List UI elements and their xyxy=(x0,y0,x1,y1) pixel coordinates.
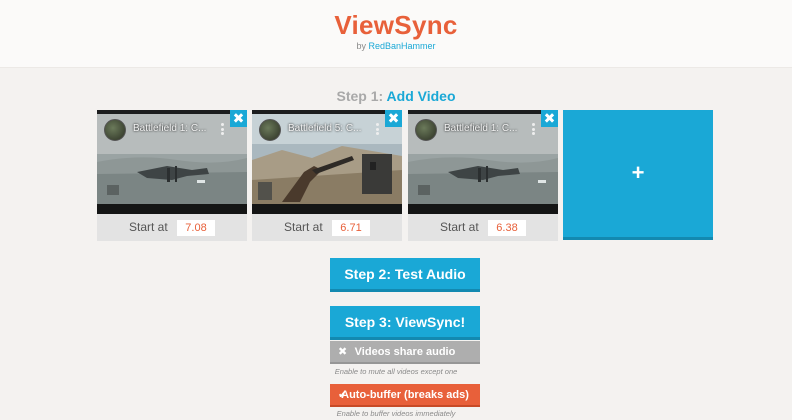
share-audio-hint: Enable to mute all videos except one xyxy=(334,367,458,376)
check-icon: ✔ xyxy=(338,389,348,401)
channel-avatar xyxy=(259,119,281,141)
app-title: ViewSync xyxy=(334,10,458,40)
more-options-icon[interactable] xyxy=(221,123,225,135)
step1-heading: Step 1: Add Video xyxy=(0,88,792,104)
video-title: Battlefield 1: C... xyxy=(444,123,518,134)
start-at-label: Start at xyxy=(128,220,168,234)
step1-label: Add Video xyxy=(386,88,456,104)
step1-prefix: Step 1: xyxy=(336,88,384,104)
byline: by RedBanHammer xyxy=(0,41,792,51)
start-at-bar: Start at 7.08 xyxy=(97,214,247,241)
auto-buffer-label: Auto-buffer (breaks ads) xyxy=(341,389,469,401)
video-thumbnail-1[interactable]: Battlefield 1: C... ✖ xyxy=(97,110,247,214)
auto-buffer-hint: Enable to buffer videos immediately xyxy=(336,409,456,418)
auto-buffer-toggle[interactable]: ✔ Auto-buffer (breaks ads) xyxy=(330,384,480,407)
remove-video-button[interactable]: ✖ xyxy=(385,110,402,127)
remove-video-button[interactable]: ✖ xyxy=(541,110,558,127)
share-audio-toggle[interactable]: ✖ Videos share audio xyxy=(330,341,480,364)
start-at-bar: Start at 6.38 xyxy=(408,214,558,241)
more-options-icon[interactable] xyxy=(532,123,536,135)
test-audio-button[interactable]: Step 2: Test Audio xyxy=(330,258,480,292)
video-thumbnail-2[interactable]: Battlefield 5: C... ✖ xyxy=(252,110,402,214)
video-card-2: Battlefield 5: C... ✖ Start at 6.71 xyxy=(252,110,402,241)
start-time-input[interactable]: 6.71 xyxy=(332,219,371,236)
share-audio-label: Videos share audio xyxy=(354,346,456,358)
video-title: Battlefield 1: C... xyxy=(133,123,207,134)
video-thumbnail-3[interactable]: Battlefield 1: C... ✖ xyxy=(408,110,558,214)
video-title: Battlefield 5: C... xyxy=(288,123,362,134)
add-video-button[interactable]: + xyxy=(563,110,713,240)
start-at-label: Start at xyxy=(439,220,479,234)
app-header: ViewSync by RedBanHammer xyxy=(0,0,792,68)
video-card-3: Battlefield 1: C... ✖ Start at 6.38 xyxy=(408,110,558,241)
video-card-1: Battlefield 1: C... ✖ Start at 7.08 xyxy=(97,110,247,241)
start-time-input[interactable]: 6.38 xyxy=(488,219,527,236)
byline-prefix: by xyxy=(356,41,366,51)
more-options-icon[interactable] xyxy=(376,123,380,135)
viewsync-button[interactable]: Step 3: ViewSync! xyxy=(330,306,480,340)
channel-avatar xyxy=(415,119,437,141)
start-at-label: Start at xyxy=(283,220,323,234)
start-time-input[interactable]: 7.08 xyxy=(177,219,216,236)
remove-video-button[interactable]: ✖ xyxy=(230,110,247,127)
start-at-bar: Start at 6.71 xyxy=(252,214,402,241)
channel-avatar xyxy=(104,119,126,141)
author-link[interactable]: RedBanHammer xyxy=(369,41,436,51)
x-icon: ✖ xyxy=(338,346,348,358)
